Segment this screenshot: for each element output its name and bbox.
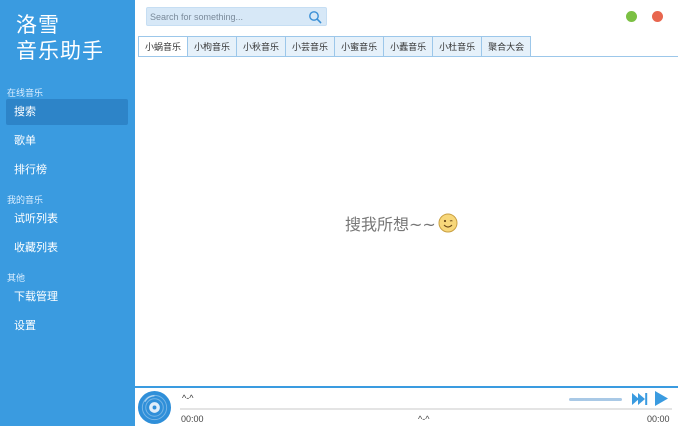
tab-source-7[interactable]: 小杜音乐	[433, 36, 483, 57]
current-time: 00:00	[181, 414, 204, 424]
player-top-border	[135, 386, 678, 388]
app-window: 洛雪 音乐助手 在线音乐 搜索 歌单 排行榜 我的音乐 试听列表 收藏列表 其他…	[0, 0, 678, 426]
logo-line-2: 音乐助手	[16, 39, 104, 63]
sidebar-item-charts[interactable]: 排行榜	[6, 157, 128, 183]
sidebar-group-my-music: 我的音乐	[7, 196, 44, 206]
album-disc-icon	[137, 390, 172, 425]
sidebar-item-favorites[interactable]: 收藏列表	[6, 235, 128, 261]
tab-source-5[interactable]: 小蜜音乐	[335, 36, 385, 57]
sidebar-item-downloads[interactable]: 下载管理	[6, 284, 128, 310]
search-box	[146, 7, 327, 26]
app-logo: 洛雪 音乐助手	[16, 12, 104, 64]
tab-source-3[interactable]: 小秋音乐	[237, 36, 287, 57]
tab-source-4[interactable]: 小芸音乐	[286, 36, 336, 57]
tab-source-aggregate[interactable]: 聚合大会	[482, 36, 532, 57]
total-time: 00:00	[647, 414, 670, 424]
volume-slider[interactable]	[569, 398, 622, 401]
tab-source-2[interactable]: 小枸音乐	[188, 36, 238, 57]
sidebar-item-playlists[interactable]: 歌单	[6, 128, 128, 154]
next-track-icon[interactable]	[632, 393, 648, 405]
logo-line-1: 洛雪	[16, 13, 60, 37]
sidebar-item-settings[interactable]: 设置	[6, 313, 128, 339]
artist-name: ^-^	[418, 414, 430, 424]
empty-state-text: 搜我所想~~	[345, 215, 436, 234]
sidebar-group-other: 其他	[7, 274, 26, 284]
play-icon[interactable]	[654, 391, 668, 406]
tab-source-6[interactable]: 小蠹音乐	[384, 36, 434, 57]
sidebar-item-search[interactable]: 搜索	[6, 99, 128, 125]
tab-divider	[138, 56, 678, 57]
sidebar-group-online: 在线音乐	[7, 89, 44, 99]
sidebar-item-listen-list[interactable]: 试听列表	[6, 206, 128, 232]
smile-icon	[438, 213, 458, 233]
sidebar: 洛雪 音乐助手 在线音乐 搜索 歌单 排行榜 我的音乐 试听列表 收藏列表 其他…	[0, 0, 135, 426]
minimize-button[interactable]	[626, 11, 637, 22]
tab-source-1[interactable]: 小蜗音乐	[138, 36, 189, 57]
search-input[interactable]	[150, 9, 305, 25]
progress-bar[interactable]	[180, 408, 672, 410]
search-icon[interactable]	[308, 10, 322, 24]
song-title: ^-^	[182, 393, 194, 403]
source-tabs: 小蜗音乐 小枸音乐 小秋音乐 小芸音乐 小蜜音乐 小蠹音乐 小杜音乐 聚合大会	[138, 36, 532, 57]
empty-state: 搜我所想~~	[345, 211, 458, 235]
close-button[interactable]	[652, 11, 663, 22]
